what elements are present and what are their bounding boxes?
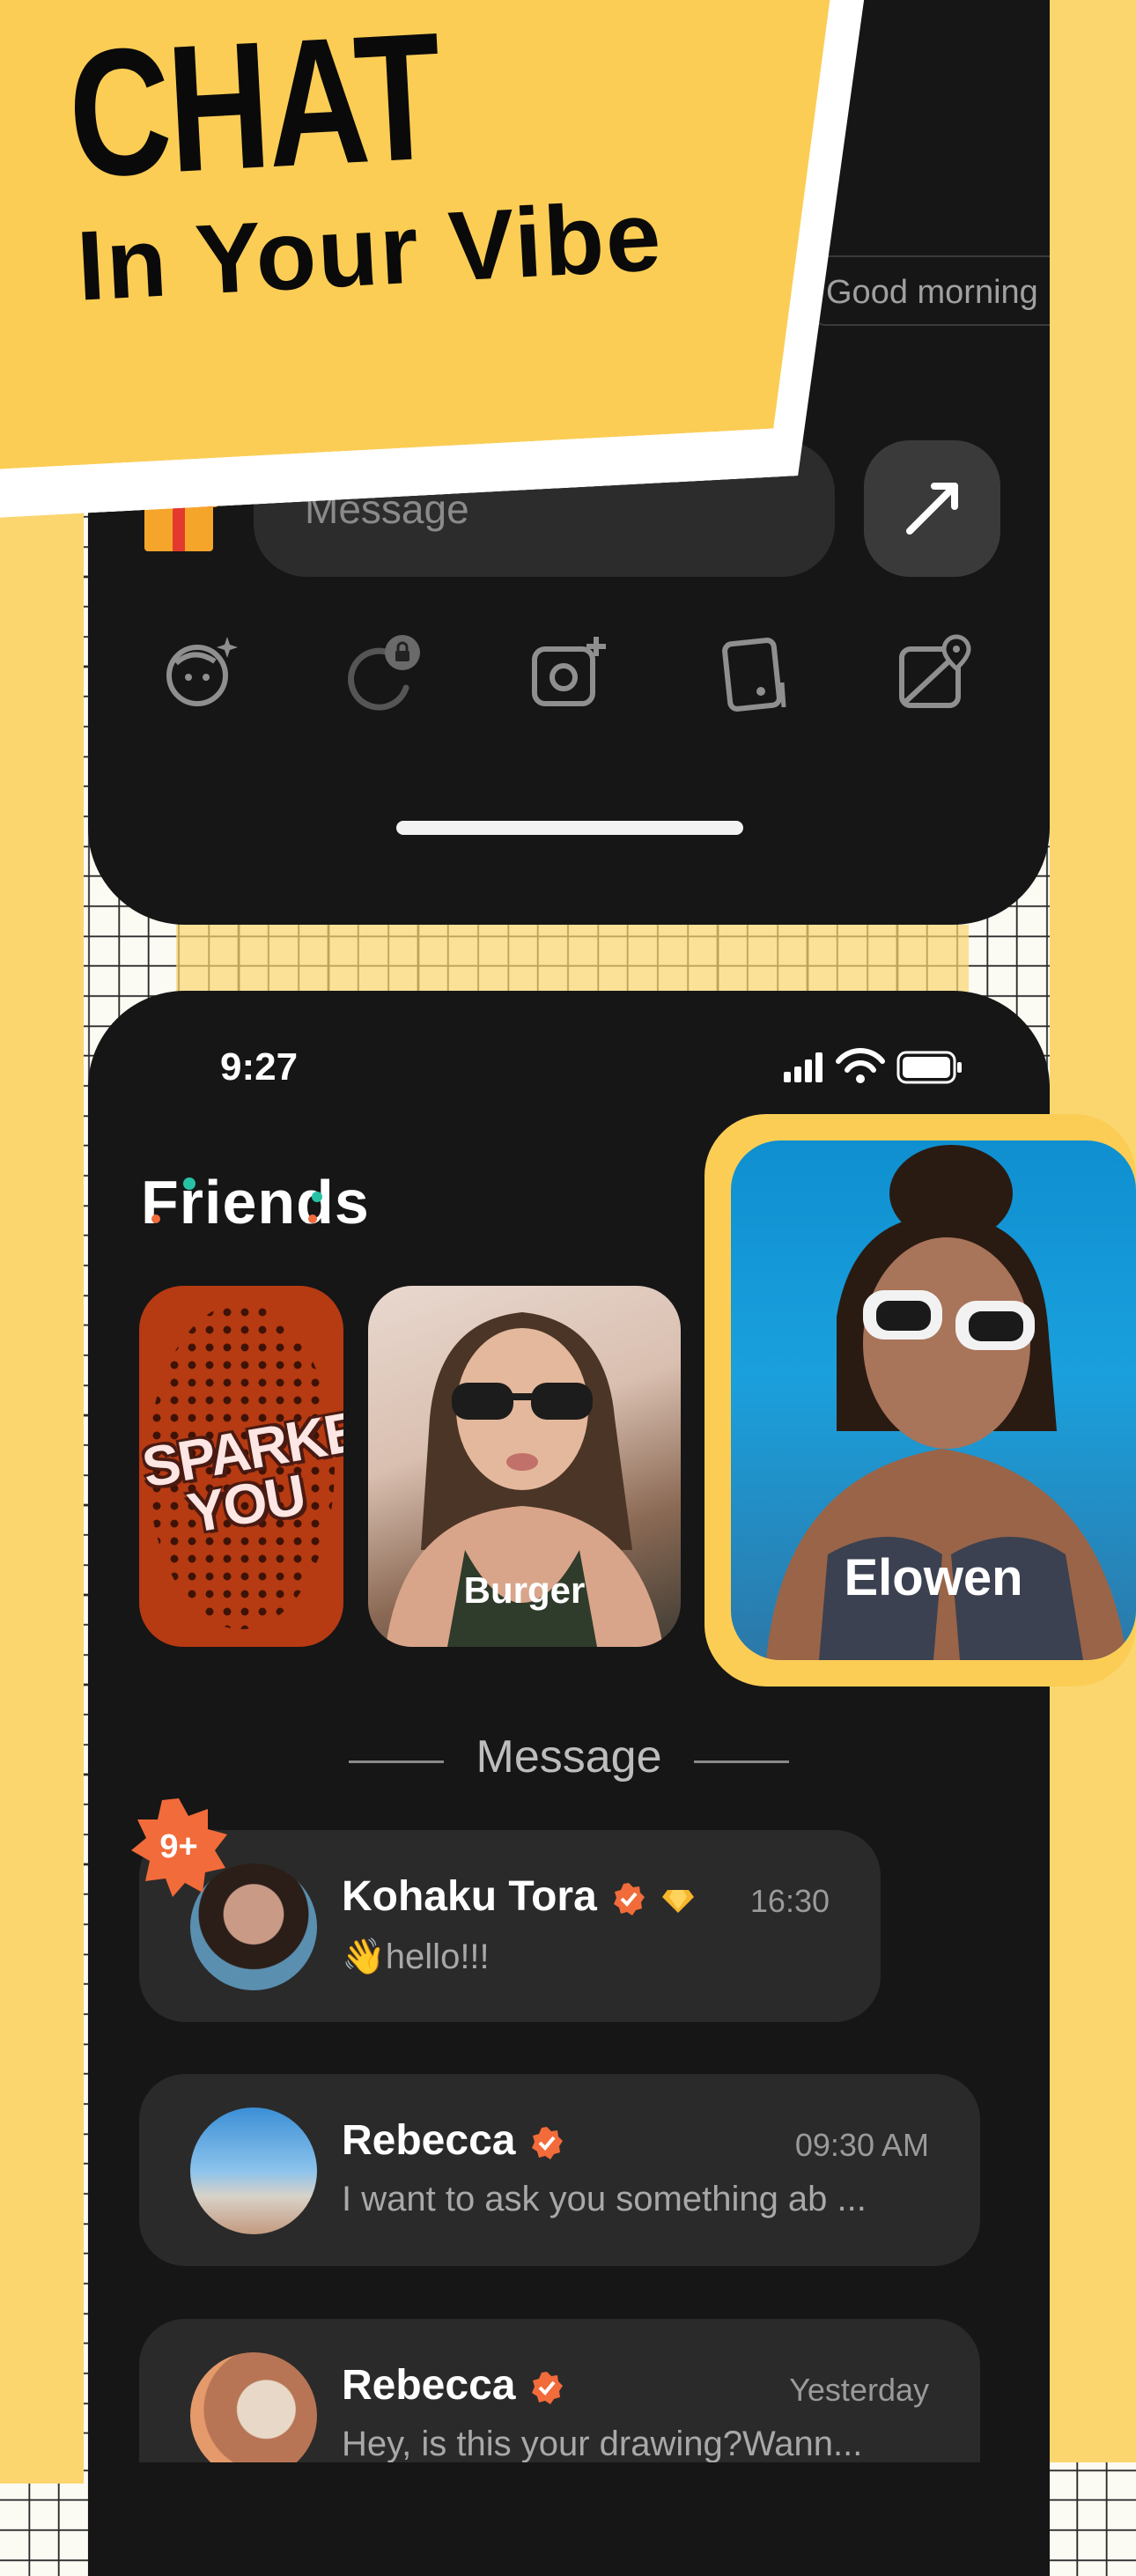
home-indicator <box>396 821 743 835</box>
chat-preview: I want to ask you something ab ... <box>342 2180 867 2218</box>
banner-panel: CHAT In Your Vibe <box>0 0 872 470</box>
chat-time: 09:30 AM <box>794 2127 929 2163</box>
section-divider: Message <box>88 1713 1050 1801</box>
chat-time: 16:30 <box>749 1883 830 1919</box>
chat-list-item[interactable]: Rebecca 09:30 AM I want to ask you somet… <box>139 2074 980 2266</box>
chat-preview: 👋hello!!! <box>342 1938 490 1976</box>
promo-banner: CHAT In Your Vibe <box>0 0 910 519</box>
avatar <box>190 2107 317 2234</box>
locked-story-icon[interactable] <box>343 630 427 714</box>
divider-line <box>349 1760 444 1763</box>
chat-preview: Hey, is this your drawing?Wann... <box>342 2425 863 2462</box>
composer-tools <box>159 630 977 713</box>
verified-icon <box>532 2127 564 2160</box>
face-sparkle-icon[interactable] <box>159 630 243 714</box>
chat-time: Yesterday <box>789 2372 929 2408</box>
divider-line <box>694 1760 789 1763</box>
gem-icon <box>661 1890 694 1914</box>
section-title: Message <box>476 1731 662 1783</box>
card-flip-icon[interactable] <box>710 630 794 714</box>
unread-badge: 9+ <box>127 1795 231 1899</box>
chat-name: Kohaku Tora <box>342 1872 696 1921</box>
chat-list-item[interactable]: 9+ Kohaku Tora 16:30 👋hello!!! <box>131 1798 881 2022</box>
banner-headline: CHAT <box>63 0 444 216</box>
chat-name: Rebecca <box>342 2116 564 2165</box>
messages-section: Message 9+ Kohaku Tora 16:30 👋hello!!! R… <box>88 991 1050 2462</box>
camera-plus-icon[interactable] <box>526 630 610 714</box>
chat-name: Rebecca <box>342 2361 564 2410</box>
avatar <box>190 2352 317 2462</box>
verified-icon <box>613 1883 645 1916</box>
chat-list-item[interactable]: Rebecca Yesterday Hey, is this your draw… <box>139 2319 980 2462</box>
location-image-icon[interactable] <box>893 630 977 714</box>
verified-icon <box>532 2372 564 2405</box>
